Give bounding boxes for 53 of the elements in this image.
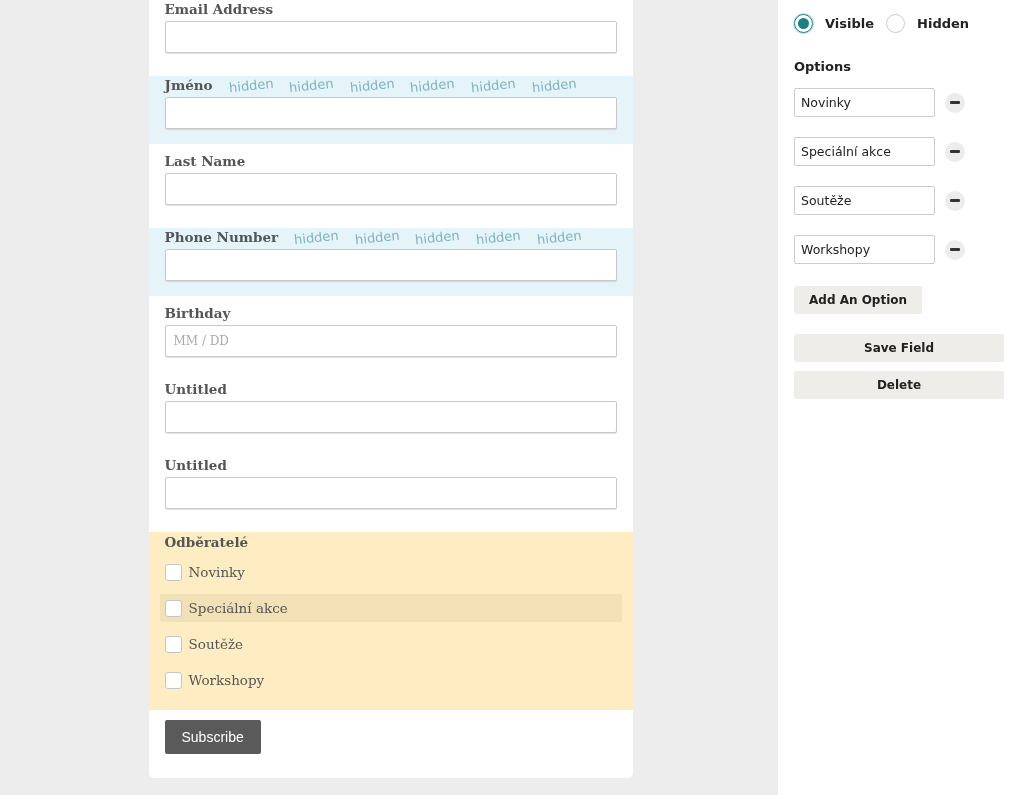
field-label: Last Name xyxy=(164,153,246,169)
visibility-radio[interactable]: Visible xyxy=(794,13,875,33)
delete-button[interactable]: Delete xyxy=(794,371,1004,399)
hidden-watermark: hidden xyxy=(293,227,340,247)
option-input-field[interactable]: Soutěže xyxy=(794,186,935,215)
field-label: Untitled xyxy=(164,381,227,397)
field-label: Phone Number xyxy=(164,229,279,245)
field-label: Birthday xyxy=(164,305,231,321)
text-input-field[interactable] xyxy=(164,477,617,509)
hidden-watermark: hidden xyxy=(530,75,577,95)
text-input-field[interactable] xyxy=(164,173,617,205)
checkbox-label: Speciální akce xyxy=(188,600,288,616)
text-input-field[interactable] xyxy=(164,97,617,129)
checkbox[interactable] xyxy=(164,599,182,617)
checkbox-label: Workshopy xyxy=(188,672,265,688)
checkbox-label: Soutěže xyxy=(188,636,244,652)
remove-icon[interactable] xyxy=(945,141,965,162)
option-input-field[interactable]: Speciální akce xyxy=(794,137,935,166)
checkbox-option[interactable]: Soutěže xyxy=(159,630,622,658)
hidden-watermark: hidden xyxy=(475,227,522,247)
option-input-field[interactable]: Novinky xyxy=(794,88,935,117)
subscribe-button[interactable]: Subscribe xyxy=(164,720,261,754)
field-label: Jméno xyxy=(164,77,213,93)
date-input-field[interactable]: MM / DD xyxy=(164,325,617,357)
hidden-watermark: hidden xyxy=(354,227,400,247)
checkbox-option[interactable]: Novinky xyxy=(159,558,622,586)
field-label: Untitled xyxy=(164,457,227,473)
remove-icon[interactable] xyxy=(945,190,965,211)
visibility-radio[interactable]: Hidden xyxy=(886,13,970,33)
hidden-watermark: hidden xyxy=(349,75,396,95)
checkbox-label: Novinky xyxy=(188,564,245,580)
remove-icon[interactable] xyxy=(945,239,965,260)
checkbox-option[interactable]: Workshopy xyxy=(159,666,622,694)
hidden-watermark: hidden xyxy=(535,227,582,247)
options-heading: Options xyxy=(794,59,852,74)
group-label: Odběratelé xyxy=(163,534,250,550)
hidden-watermark: hidden xyxy=(409,75,456,95)
text-input-field[interactable] xyxy=(164,21,617,53)
hidden-watermark: hidden xyxy=(470,75,517,95)
hidden-watermark: hidden xyxy=(414,227,461,247)
text-input-field[interactable] xyxy=(164,401,617,433)
option-input-field[interactable]: Workshopy xyxy=(794,235,935,264)
checkbox[interactable] xyxy=(164,671,182,689)
field-label: Email Address xyxy=(164,1,274,17)
add-option-button[interactable]: Add An Option xyxy=(794,286,923,314)
hidden-watermark: hidden xyxy=(227,75,274,95)
checkbox-option[interactable]: Speciální akce xyxy=(159,594,622,622)
save-field-button[interactable]: Save Field xyxy=(794,334,1004,362)
remove-icon[interactable] xyxy=(945,92,965,113)
hidden-watermark: hidden xyxy=(288,75,335,95)
checkbox[interactable] xyxy=(164,635,182,653)
text-input-field[interactable] xyxy=(164,249,617,281)
checkbox[interactable] xyxy=(164,563,182,581)
